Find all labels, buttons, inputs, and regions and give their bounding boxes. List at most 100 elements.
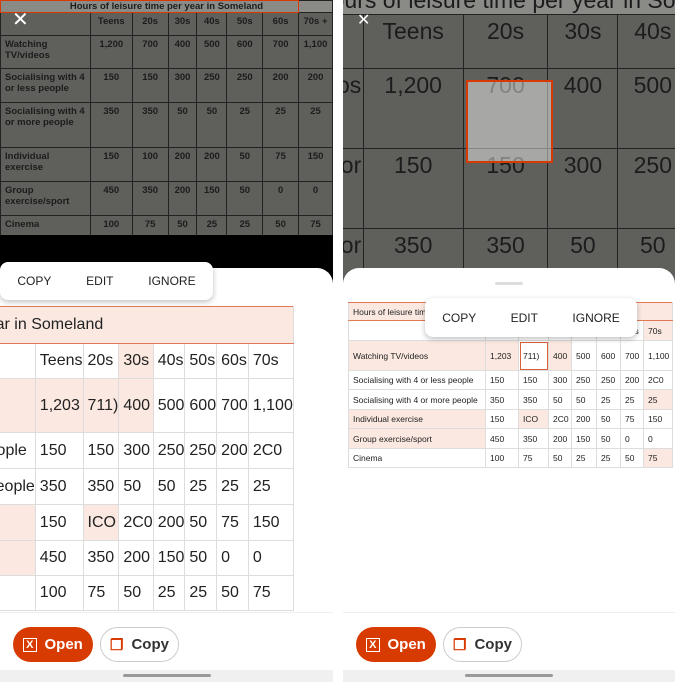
table-cell[interactable]: 75 — [247, 575, 294, 611]
copy-button[interactable]: ❐ Copy — [100, 627, 179, 662]
recognized-table-scroll[interactable]: Hours of leisure time per year in Somela… — [0, 306, 333, 612]
table-cell[interactable]: 250 — [184, 432, 218, 469]
header-cell[interactable]: 70s — [247, 343, 294, 379]
table-cell[interactable]: 75 — [518, 448, 549, 468]
table-cell[interactable]: 700 — [620, 340, 644, 371]
table-cell[interactable]: 50 — [548, 389, 572, 410]
table-cell[interactable]: 2C0 — [247, 432, 294, 469]
table-cell[interactable]: 150 — [34, 504, 84, 541]
table-cell[interactable]: 300 — [118, 432, 154, 469]
table-cell[interactable]: 50 — [184, 504, 218, 541]
table-cell[interactable]: 2C0 — [548, 409, 572, 429]
table-cell[interactable]: 25 — [643, 389, 673, 410]
table-cell[interactable]: 150 — [518, 370, 549, 390]
table-cell[interactable]: 1,100 — [247, 378, 294, 433]
row-label[interactable]: Socialising with 4 or less people — [0, 432, 36, 469]
table-cell[interactable]: 25 — [216, 468, 249, 505]
table-cell[interactable]: 150 — [643, 409, 673, 429]
table-cell[interactable]: 400 — [118, 378, 154, 433]
table-cell[interactable]: ICO — [518, 409, 549, 429]
row-label[interactable]: Group exercise/sport — [348, 428, 486, 449]
header-cell[interactable]: 70s — [643, 320, 673, 341]
table-cell[interactable]: 25 — [184, 468, 218, 505]
table-cell[interactable]: 500 — [571, 340, 597, 371]
table-cell[interactable]: 200 — [216, 432, 249, 469]
table-cell[interactable]: 400 — [548, 340, 572, 371]
row-label[interactable]: Individual exercise — [0, 504, 36, 541]
table-cell[interactable]: 250 — [571, 370, 597, 390]
row-label[interactable]: Individual exercise — [348, 409, 486, 429]
table-cell[interactable]: 450 — [485, 428, 519, 449]
menu-ignore[interactable]: IGNORE — [148, 274, 195, 288]
table-cell[interactable]: 50 — [184, 540, 218, 576]
table-cell[interactable]: 200 — [152, 504, 186, 541]
table-cell[interactable]: 25 — [571, 448, 597, 468]
table-cell[interactable]: 50 — [596, 409, 621, 429]
table-cell[interactable]: 150 — [485, 370, 519, 390]
table-cell[interactable]: 25 — [247, 468, 294, 505]
table-cell[interactable]: 600 — [184, 378, 218, 433]
row-label[interactable]: Socialising with 4 or less people — [348, 370, 486, 390]
table-cell[interactable]: 75 — [620, 409, 644, 429]
table-cell[interactable]: 0 — [247, 540, 294, 576]
table-cell[interactable]: 200 — [571, 409, 597, 429]
table-cell[interactable]: 450 — [34, 540, 84, 576]
table-cell[interactable]: 711) — [82, 378, 120, 433]
menu-copy[interactable]: COPY — [442, 311, 476, 325]
table-cell[interactable]: 150 — [485, 409, 519, 429]
table-cell[interactable]: 50 — [216, 575, 249, 611]
table-cell[interactable]: 50 — [118, 468, 154, 505]
header-cell[interactable]: 30s — [118, 343, 154, 379]
table-cell[interactable]: 1,203 — [34, 378, 84, 433]
table-cell[interactable]: 25 — [152, 575, 186, 611]
table-cell[interactable]: 25 — [596, 448, 621, 468]
table-cell[interactable]: 150 — [571, 428, 597, 449]
table-cell[interactable]: 350 — [82, 468, 120, 505]
menu-ignore[interactable]: IGNORE — [572, 311, 619, 325]
menu-copy[interactable]: COPY — [17, 274, 51, 288]
table-cell[interactable]: 0 — [216, 540, 249, 576]
table-title[interactable]: Hours of leisure time per year in Somela… — [0, 306, 294, 344]
table-cell[interactable]: 350 — [518, 389, 549, 410]
table-cell[interactable]: 300 — [548, 370, 572, 390]
open-button[interactable]: X Open — [13, 627, 93, 662]
close-icon[interactable]: ✕ — [357, 11, 370, 31]
table-cell[interactable]: 350 — [518, 428, 549, 449]
table-cell[interactable]: 150 — [247, 504, 294, 541]
header-cell[interactable]: 50s — [184, 343, 218, 379]
table-cell[interactable]: 150 — [82, 432, 120, 469]
table-cell[interactable]: 250 — [152, 432, 186, 469]
table-cell[interactable]: 200 — [118, 540, 154, 576]
table-cell[interactable]: 50 — [620, 448, 644, 468]
table-cell[interactable]: ICO — [82, 504, 120, 541]
row-label[interactable]: Cinema — [0, 575, 36, 611]
table-cell[interactable]: 75 — [216, 504, 249, 541]
table-cell[interactable]: 100 — [485, 448, 519, 468]
row-label[interactable]: Cinema — [348, 448, 486, 468]
table-cell[interactable]: 25 — [620, 389, 644, 410]
table-cell[interactable]: 700 — [216, 378, 249, 433]
header-cell[interactable]: 20s — [82, 343, 120, 379]
table-cell[interactable]: 200 — [548, 428, 572, 449]
table-cell[interactable]: 1,100 — [643, 340, 673, 371]
header-cell[interactable]: 60s — [216, 343, 249, 379]
table-cell[interactable]: 25 — [596, 389, 621, 410]
header-cell[interactable]: Teens — [34, 343, 84, 379]
table-cell[interactable]: 350 — [82, 540, 120, 576]
table-cell[interactable]: 250 — [596, 370, 621, 390]
table-cell[interactable]: 50 — [596, 428, 621, 449]
table-cell[interactable]: 200 — [620, 370, 644, 390]
header-cell[interactable]: 40s — [152, 343, 186, 379]
header-cell[interactable] — [0, 343, 36, 379]
menu-edit[interactable]: EDIT — [86, 274, 113, 288]
table-cell[interactable]: 0 — [620, 428, 644, 449]
table-cell[interactable]: 50 — [571, 389, 597, 410]
table-cell[interactable]: 25 — [184, 575, 218, 611]
table-cell[interactable]: 2C0 — [643, 370, 673, 390]
table-cell[interactable]: 150 — [152, 540, 186, 576]
table-cell[interactable]: 600 — [596, 340, 621, 371]
table-cell[interactable]: 50 — [118, 575, 154, 611]
row-label[interactable]: Watching TV/videos — [348, 340, 486, 371]
drag-handle[interactable] — [495, 282, 523, 285]
row-label[interactable]: Watching TV/videos — [0, 378, 36, 433]
